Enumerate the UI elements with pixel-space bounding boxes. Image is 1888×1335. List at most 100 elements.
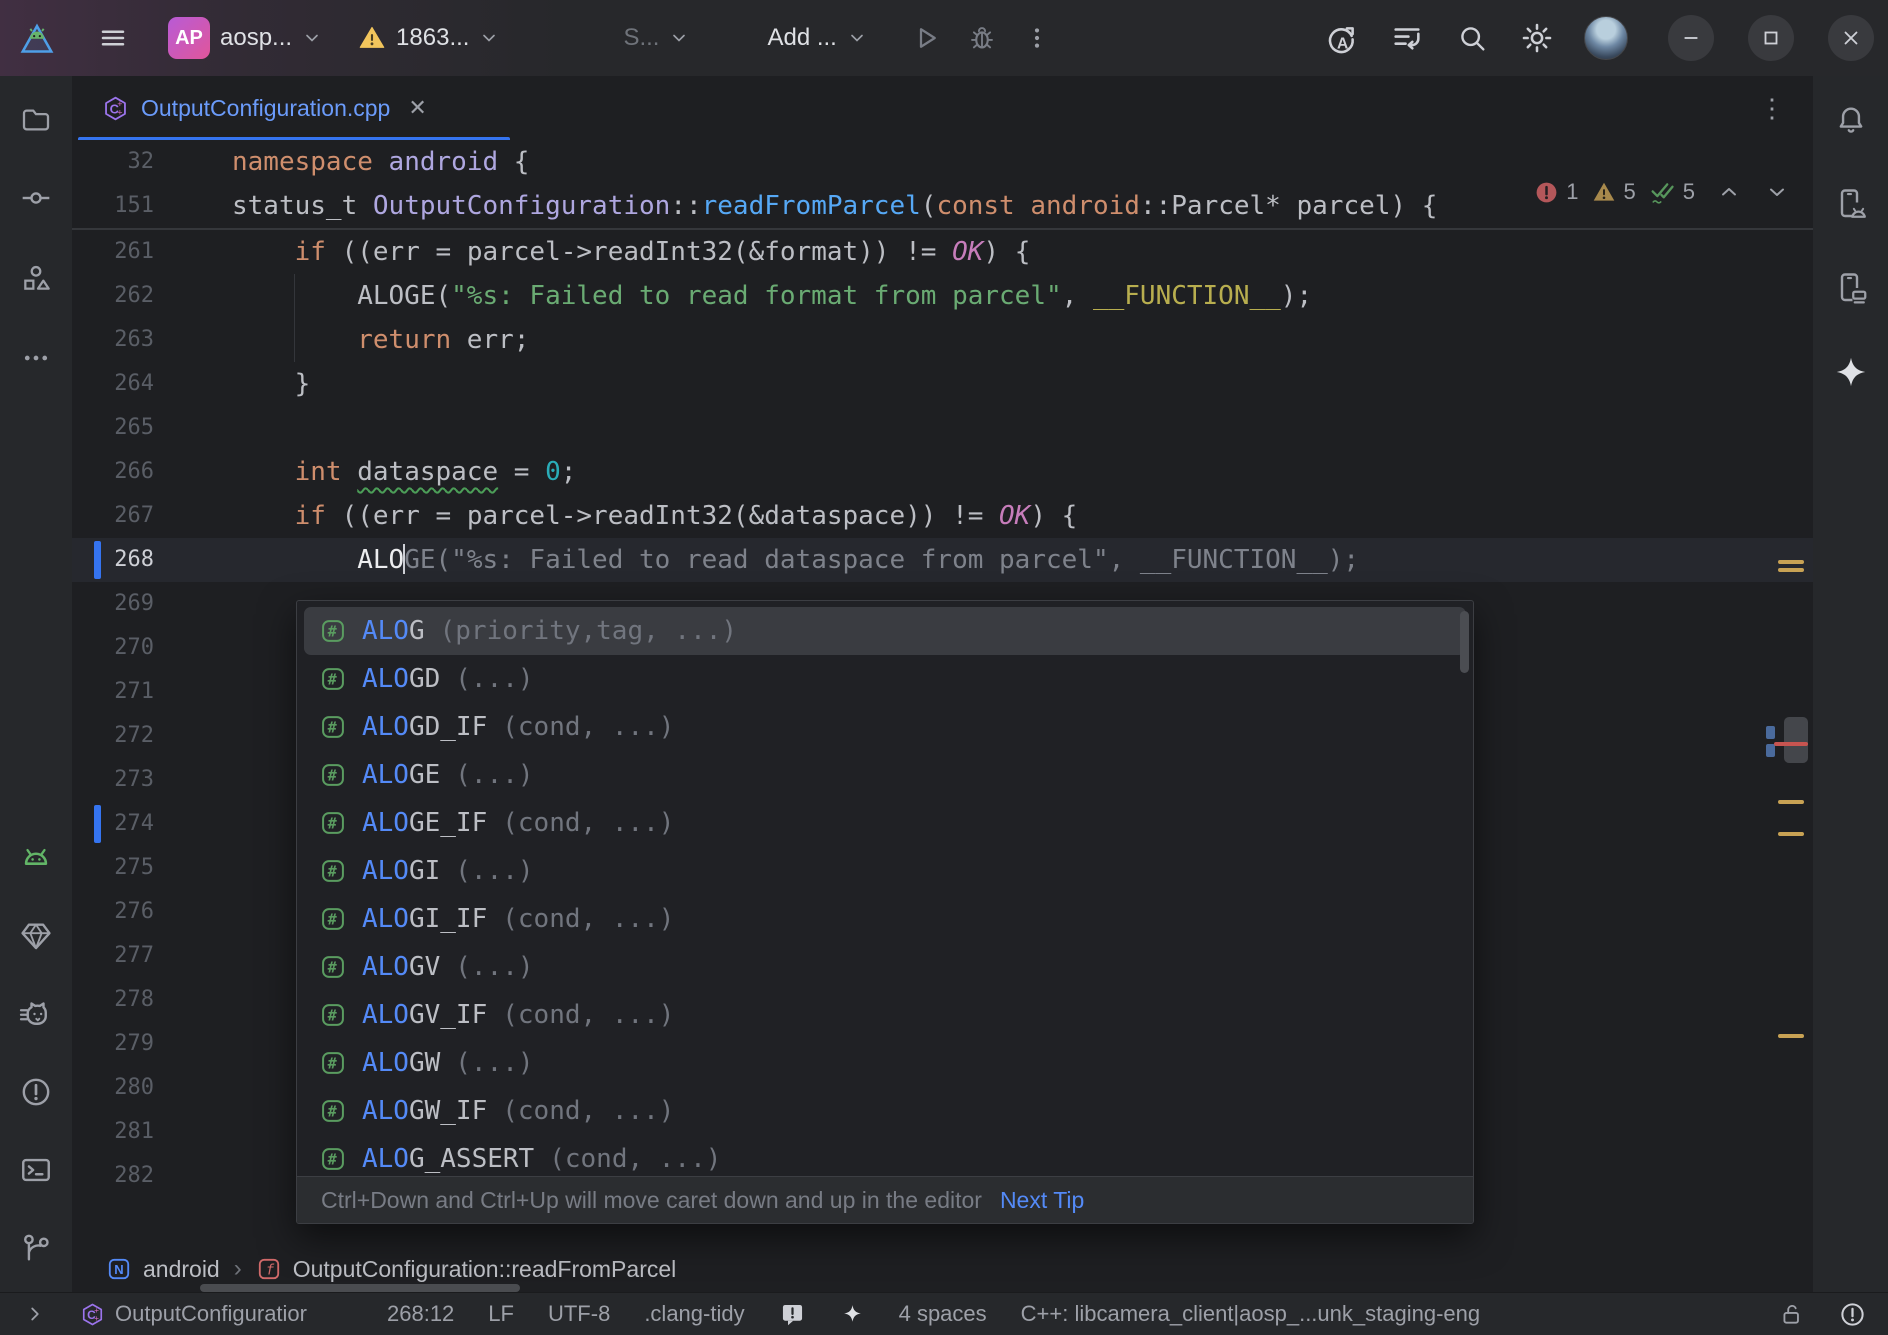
version-control-tool-button[interactable] xyxy=(0,1218,72,1278)
popup-scrollbar-thumb[interactable] xyxy=(1460,611,1469,673)
app-quality-insights-tool-button[interactable] xyxy=(0,906,72,966)
line-number[interactable]: 270 xyxy=(72,626,154,670)
warning-stripe-mark[interactable] xyxy=(1778,568,1804,572)
code-line-265[interactable]: 265 xyxy=(72,406,1813,450)
completion-item-alogd[interactable]: #ALOGD(...) xyxy=(304,655,1466,703)
code-line-264[interactable]: 264 } xyxy=(72,362,1813,406)
completion-item-alogw[interactable]: #ALOGW(...) xyxy=(304,1039,1466,1087)
line-number[interactable]: 262 xyxy=(72,274,154,318)
code-text[interactable]: } xyxy=(232,362,310,406)
completion-item-alog[interactable]: #ALOG(priority,tag, ...) xyxy=(304,607,1466,655)
line-number[interactable]: 275 xyxy=(72,846,154,890)
code-text[interactable]: status_t OutputConfiguration::readFromPa… xyxy=(232,184,1437,228)
line-number[interactable]: 151 xyxy=(72,184,154,228)
feedback-widget[interactable] xyxy=(762,1301,823,1328)
breadcrumb-function[interactable]: f OutputConfiguration::readFromParcel xyxy=(256,1256,677,1283)
code-line-263[interactable]: 263 return err; xyxy=(72,318,1813,362)
tab-options-kebab-icon[interactable]: ⋮ xyxy=(1759,93,1785,124)
line-number[interactable]: 277 xyxy=(72,934,154,978)
main-menu-button[interactable] xyxy=(98,23,128,53)
line-number[interactable]: 272 xyxy=(72,714,154,758)
minimize-button[interactable] xyxy=(1668,15,1714,61)
code-text[interactable]: int dataspace = 0; xyxy=(232,450,576,494)
ai-assistant-widget[interactable] xyxy=(823,1302,882,1327)
warning-stripe-mark[interactable] xyxy=(1778,1034,1804,1038)
completion-item-alog_assert[interactable]: #ALOG_ASSERT(cond, ...) xyxy=(304,1135,1466,1176)
encoding-widget[interactable]: UTF-8 xyxy=(531,1301,627,1327)
run-button[interactable] xyxy=(911,23,941,53)
profiler-tool-button[interactable] xyxy=(0,984,72,1044)
problems-tool-button[interactable] xyxy=(0,1062,72,1122)
statusbar-expander[interactable] xyxy=(18,1303,63,1325)
code-text[interactable]: namespace android { xyxy=(232,140,529,184)
project-tool-button[interactable] xyxy=(0,90,72,150)
inspection-status-widget[interactable] xyxy=(1822,1301,1870,1328)
line-number[interactable]: 273 xyxy=(72,758,154,802)
error-stripe-mark[interactable] xyxy=(1774,742,1808,746)
editor-scrollbar-thumb[interactable] xyxy=(1784,717,1808,763)
more-tool-windows-button[interactable] xyxy=(0,328,72,388)
caret-position-widget[interactable]: 268:12 xyxy=(370,1301,471,1327)
sync-button[interactable]: A xyxy=(1324,21,1358,55)
completion-item-aloge_if[interactable]: #ALOGE_IF(cond, ...) xyxy=(304,799,1466,847)
next-tip-link[interactable]: Next Tip xyxy=(1000,1187,1084,1214)
vcs-branch-widget[interactable]: 1863... xyxy=(358,24,499,52)
project-widget[interactable]: AP aosp... xyxy=(168,17,322,59)
more-actions-button[interactable] xyxy=(1023,24,1051,52)
next-problem-chevron-icon[interactable] xyxy=(1765,180,1789,204)
clang-tidy-widget[interactable]: .clang-tidy xyxy=(627,1301,761,1327)
line-number[interactable]: 274 xyxy=(72,802,154,846)
code-line-267[interactable]: 267 if ((err = parcel->readInt32(&datasp… xyxy=(72,494,1813,538)
terminal-tool-button[interactable] xyxy=(0,1140,72,1200)
indent-widget[interactable]: 4 spaces xyxy=(882,1301,1004,1327)
completion-item-alogi_if[interactable]: #ALOGI_IF(cond, ...) xyxy=(304,895,1466,943)
line-number[interactable]: 281 xyxy=(72,1110,154,1154)
gemini-button[interactable] xyxy=(1815,342,1887,402)
line-number[interactable]: 276 xyxy=(72,890,154,934)
warning-stripe-mark[interactable] xyxy=(1778,800,1804,804)
user-avatar[interactable] xyxy=(1584,16,1628,60)
lock-widget[interactable] xyxy=(1762,1301,1822,1327)
code-text[interactable]: ALOGE("%s: Failed to read format from pa… xyxy=(232,274,1312,318)
line-number[interactable]: 32 xyxy=(72,140,154,184)
line-separator-widget[interactable]: LF xyxy=(471,1301,531,1327)
build-target-widget[interactable]: C++: libcamera_client|aosp_...unk_stagin… xyxy=(1004,1301,1497,1327)
line-number[interactable]: 271 xyxy=(72,670,154,714)
line-number[interactable]: 264 xyxy=(72,362,154,406)
search-everywhere-button[interactable] xyxy=(1456,22,1488,54)
line-number[interactable]: 269 xyxy=(72,582,154,626)
code-line-261[interactable]: 261 if ((err = parcel->readInt32(&format… xyxy=(72,230,1813,274)
line-number[interactable]: 261 xyxy=(72,230,154,274)
settings-button[interactable] xyxy=(1520,21,1554,55)
code-text[interactable]: if ((err = parcel->readInt32(&format)) !… xyxy=(232,230,1030,274)
line-number[interactable]: 266 xyxy=(72,450,154,494)
completion-item-alogv[interactable]: #ALOGV(...) xyxy=(304,943,1466,991)
statusbar-file-widget[interactable]: C + + OutputConfiguratior xyxy=(63,1301,324,1327)
horizontal-scrollbar[interactable] xyxy=(200,1284,520,1292)
line-number[interactable]: 267 xyxy=(72,494,154,538)
line-number[interactable]: 279 xyxy=(72,1022,154,1066)
tab-close-icon[interactable]: ✕ xyxy=(408,95,426,121)
line-number[interactable]: 263 xyxy=(72,318,154,362)
completion-item-alogv_if[interactable]: #ALOGV_IF(cond, ...) xyxy=(304,991,1466,1039)
change-stripe-mark[interactable] xyxy=(1766,744,1775,757)
run-configuration-selector[interactable]: Add ... xyxy=(767,24,866,52)
warning-stripe-mark[interactable] xyxy=(1778,560,1804,564)
line-number[interactable]: 265 xyxy=(72,406,154,450)
notifications-button[interactable] xyxy=(1815,90,1887,150)
breadcrumb-namespace[interactable]: N android xyxy=(106,1256,220,1283)
line-number[interactable]: 282 xyxy=(72,1154,154,1198)
maximize-button[interactable] xyxy=(1748,15,1794,61)
restore-layout-button[interactable] xyxy=(1390,21,1424,55)
inspections-widget[interactable]: 1 5 5 xyxy=(1534,172,1789,212)
code-text[interactable]: if ((err = parcel->readInt32(&dataspace)… xyxy=(232,494,1077,538)
debug-button[interactable] xyxy=(967,23,997,53)
completion-item-aloge[interactable]: #ALOGE(...) xyxy=(304,751,1466,799)
prev-problem-chevron-icon[interactable] xyxy=(1717,180,1741,204)
completion-item-alogi[interactable]: #ALOGI(...) xyxy=(304,847,1466,895)
device-selector[interactable]: S... xyxy=(623,24,689,52)
code-line-262[interactable]: 262 ALOGE("%s: Failed to read format fro… xyxy=(72,274,1813,318)
tab-outputconfiguration-cpp[interactable]: C + + OutputConfiguration.cpp ✕ xyxy=(72,76,453,140)
code-text[interactable]: return err; xyxy=(232,318,529,362)
commit-tool-button[interactable] xyxy=(0,168,72,228)
